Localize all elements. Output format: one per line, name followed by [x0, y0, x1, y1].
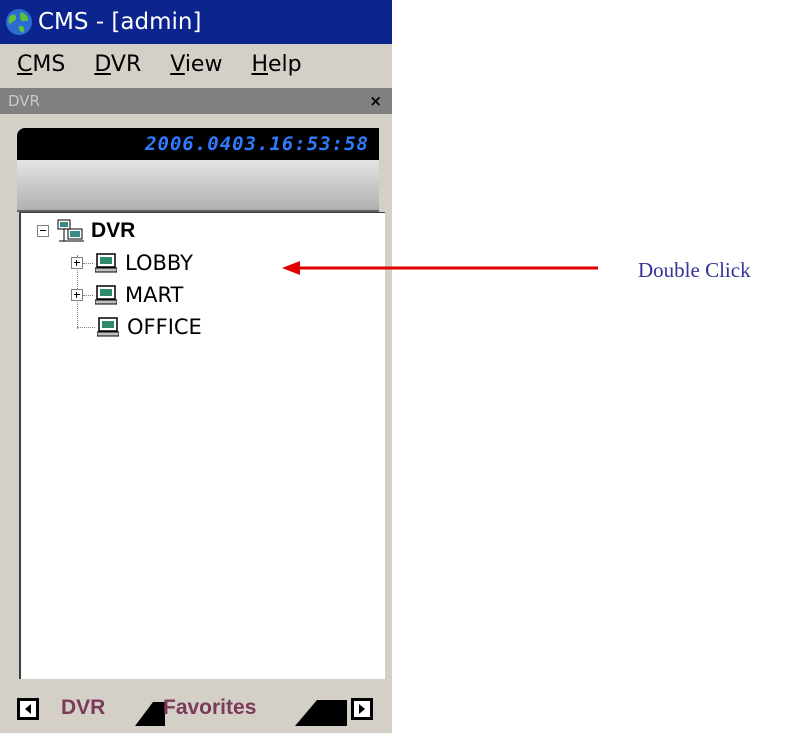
tree-label-lobby: LOBBY	[125, 251, 193, 275]
collapse-toggle-icon[interactable]	[37, 225, 49, 237]
menu-cms[interactable]: CMS	[17, 52, 65, 77]
globe-icon	[6, 9, 32, 35]
tab-scroll-left-button[interactable]	[17, 698, 39, 720]
expand-toggle-icon[interactable]	[71, 257, 83, 269]
computer-icon	[95, 285, 117, 305]
tab-dvr[interactable]: DVR	[61, 696, 105, 720]
tree-label-root: DVR	[91, 219, 136, 242]
tree-node-office[interactable]: OFFICE	[77, 313, 202, 341]
scroll-left-face	[20, 701, 36, 717]
tree-label-mart: MART	[125, 283, 184, 307]
clock-display: 2006.0403.16:53:58	[17, 128, 379, 160]
menu-bar: CMS DVR View Help	[0, 44, 392, 84]
computer-icon	[97, 317, 119, 337]
menu-view[interactable]: View	[170, 52, 222, 77]
chevron-right-icon	[359, 704, 365, 714]
tree-node-root[interactable]: DVR	[37, 217, 135, 245]
dvr-panel-header: DVR ×	[0, 88, 392, 114]
tree-connector-h	[83, 294, 93, 296]
clock-text: 2006.0403.16:53:58	[145, 133, 369, 155]
chevron-left-icon	[25, 704, 31, 714]
network-icon	[57, 219, 84, 242]
cms-window: CMS - [admin] CMS DVR View Help DVR × 20…	[0, 0, 392, 733]
window-title: CMS - [admin]	[38, 9, 202, 35]
computer-icon	[95, 253, 117, 273]
tree-node-lobby[interactable]: LOBBY	[71, 249, 193, 277]
title-bar[interactable]: CMS - [admin]	[0, 0, 392, 44]
tree-connector-h	[77, 326, 95, 328]
menu-dvr[interactable]: DVR	[94, 52, 141, 77]
annotation-label: Double Click	[638, 258, 751, 282]
tab-scroll-right-button[interactable]	[351, 698, 373, 720]
status-area	[17, 160, 379, 212]
close-icon[interactable]: ×	[369, 92, 382, 110]
tree-connector-h	[83, 262, 93, 264]
panel-title: DVR	[8, 92, 40, 110]
dvr-tree: DVR LOBBY MART OFFICE	[19, 212, 385, 679]
dvr-panel-body: 2006.0403.16:53:58 DVR LOBBY MART OFFICE…	[5, 116, 385, 728]
annotation-arrow	[282, 261, 598, 275]
tab-favorites[interactable]: Favorites	[163, 696, 256, 720]
tree-node-mart[interactable]: MART	[71, 281, 183, 309]
tab-bar: DVR Favorites	[5, 682, 385, 728]
expand-toggle-icon[interactable]	[71, 289, 83, 301]
scroll-right-face	[354, 701, 370, 717]
tab-separator	[295, 700, 347, 726]
tree-label-office: OFFICE	[127, 315, 202, 339]
tab-separator	[135, 702, 165, 726]
menu-help[interactable]: Help	[251, 52, 301, 77]
